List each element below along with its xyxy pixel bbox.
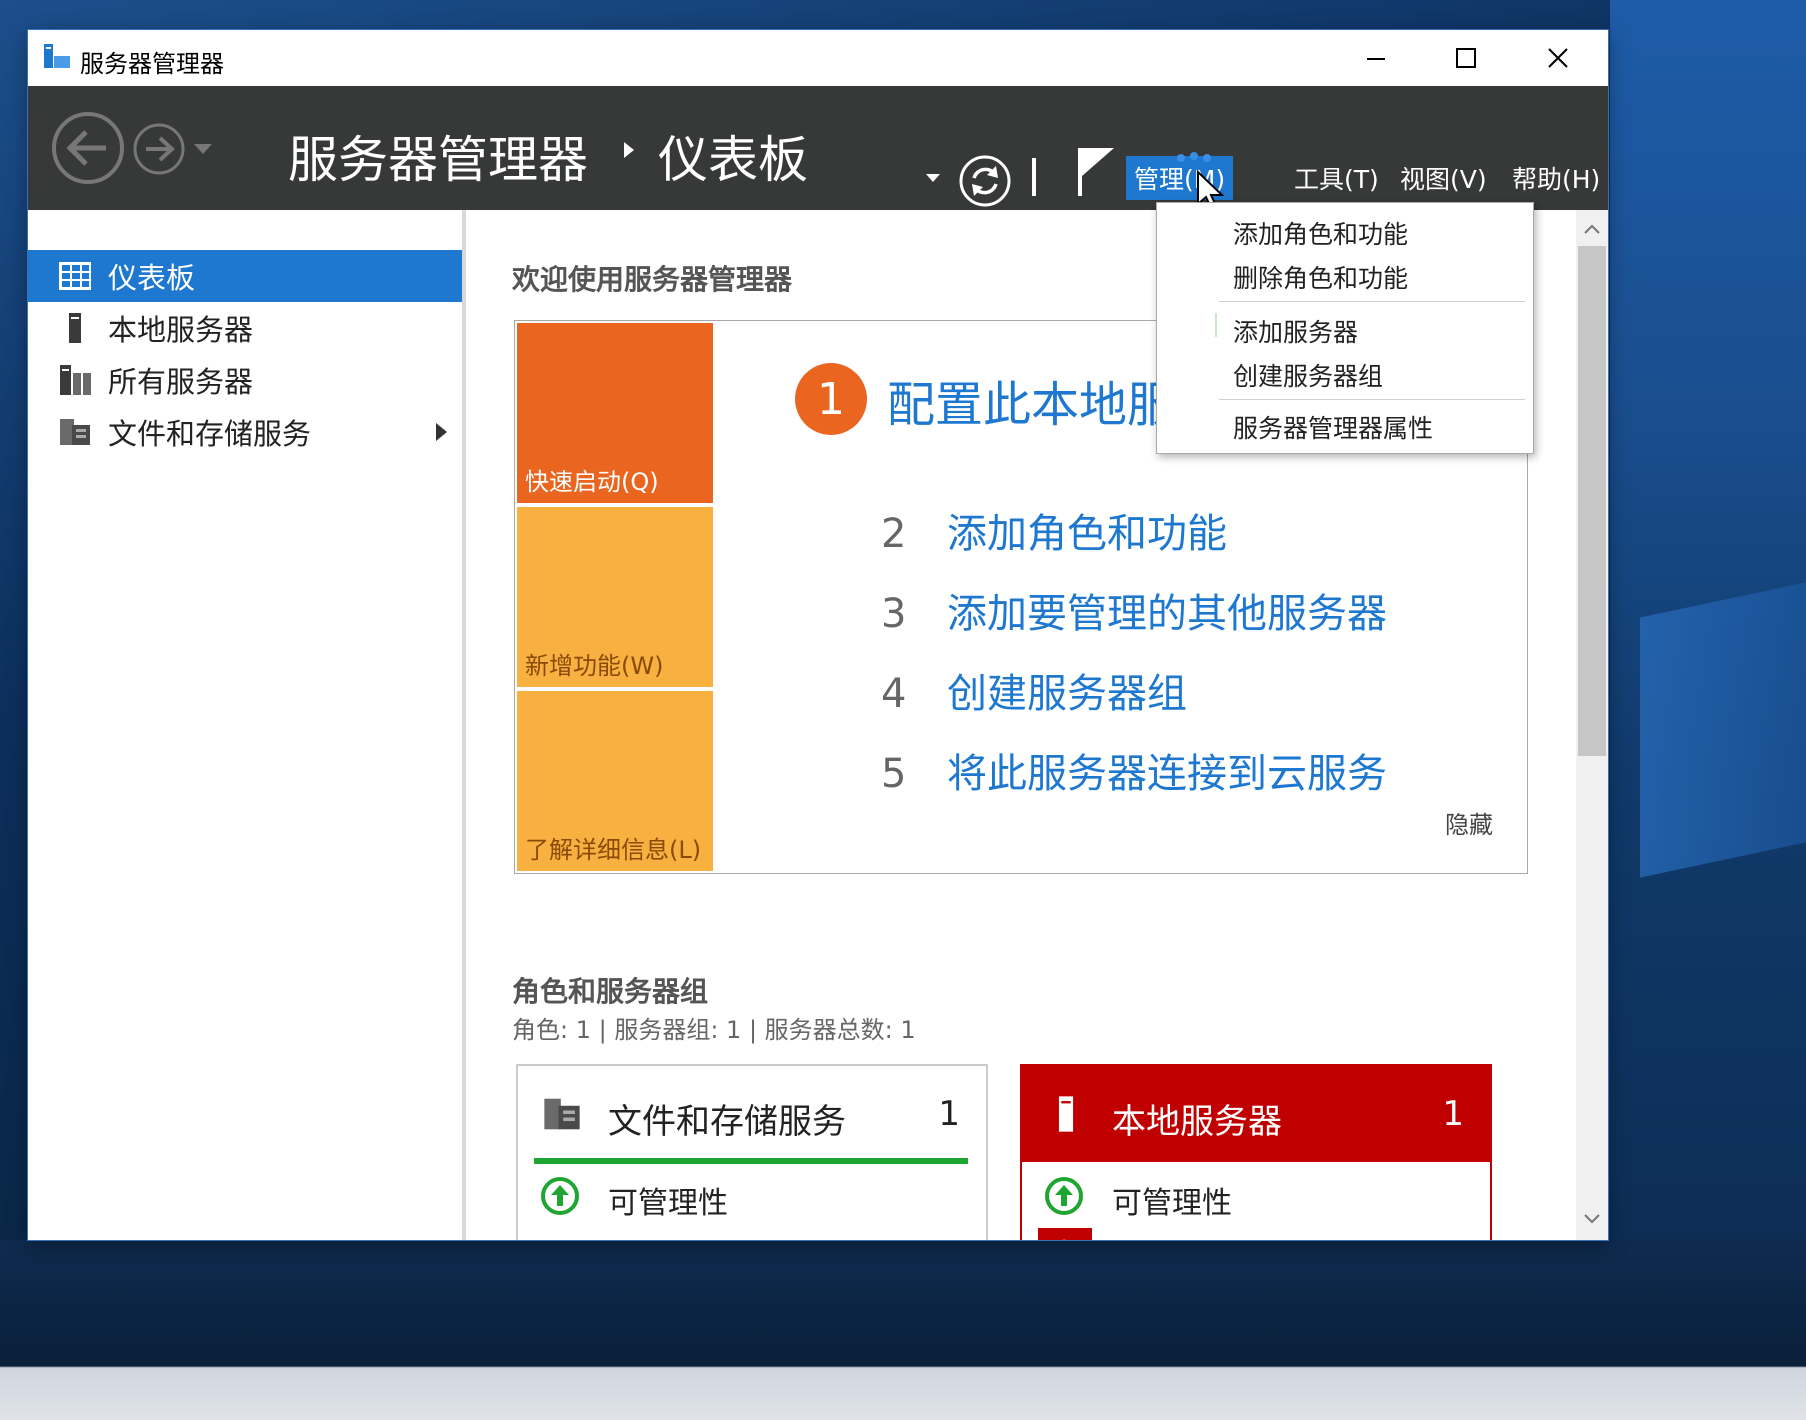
sidebar: 仪表板 本地服务器 所有服务器 文件和存储服务 <box>28 210 466 1240</box>
menu-view[interactable]: 视图(V) <box>1392 156 1495 200</box>
step-number: 4 <box>881 671 907 717</box>
card-count: 1 <box>1442 1094 1464 1134</box>
step-3: 3 添加要管理的其他服务器 <box>881 581 1387 639</box>
desktop-wallpaper-streak <box>1640 582 1806 878</box>
tile-whats-new[interactable]: 新增功能(W) <box>517 507 713 687</box>
events-link[interactable]: 事件 <box>608 1234 668 1240</box>
status-bar <box>534 1158 968 1164</box>
menu-separator <box>1219 301 1525 302</box>
scroll-down-icon[interactable] <box>1584 1214 1600 1224</box>
step-number: 5 <box>881 751 907 797</box>
manageability-link[interactable]: 可管理性 <box>1112 1178 1232 1222</box>
tile-label: 快速启动(Q) <box>525 468 659 496</box>
back-button[interactable] <box>50 110 126 186</box>
maximize-button[interactable] <box>1426 30 1506 86</box>
storage-icon <box>544 1098 580 1130</box>
step-4: 4 创建服务器组 <box>881 661 1187 719</box>
tile-learn-more[interactable]: 了解详细信息(L) <box>517 691 713 871</box>
hide-link[interactable]: 隐藏 <box>1445 805 1493 840</box>
manageability-link[interactable]: 可管理性 <box>608 1178 728 1222</box>
card-title: 文件和存储服务 <box>608 1102 846 1142</box>
menu-tools[interactable]: 工具(T) <box>1286 156 1387 200</box>
server-icon <box>69 313 81 343</box>
scrollbar-thumb[interactable] <box>1578 246 1606 756</box>
sidebar-item-label: 本地服务器 <box>108 313 254 347</box>
sidebar-item-label: 仪表板 <box>108 261 196 295</box>
step-number: 3 <box>881 591 907 637</box>
roles-title: 角色和服务器组 <box>512 975 709 1008</box>
sidebar-item-file-storage[interactable]: 文件和存储服务 <box>28 406 462 458</box>
step-2: 2 添加角色和功能 <box>881 501 1227 559</box>
menu-gutter-mark <box>1215 313 1217 337</box>
title-bar: 服务器管理器 <box>28 30 1608 86</box>
server-icon <box>1058 1096 1074 1132</box>
ok-status-icon <box>541 1177 579 1215</box>
sidebar-item-all-servers[interactable]: 所有服务器 <box>28 354 462 406</box>
minimize-icon <box>1367 58 1385 60</box>
header-bar: 服务器管理器 仪表板 管理(M) 工具(T) 视图(V) 帮助(H) <box>28 86 1608 212</box>
menu-item-remove-roles[interactable]: 删除角色和功能 <box>1233 259 1408 295</box>
busy-indicator-icon <box>1177 152 1211 162</box>
card-header: 本地服务器 1 <box>1022 1066 1490 1162</box>
maximize-icon <box>1456 48 1476 68</box>
breadcrumb-dropdown-icon[interactable] <box>926 174 940 182</box>
step-link-add-servers[interactable]: 添加要管理的其他服务器 <box>947 591 1387 637</box>
role-card-local-server[interactable]: 本地服务器 1 可管理性 2 事件 <box>1020 1064 1492 1240</box>
tile-label: 了解详细信息(L) <box>525 836 702 864</box>
step-link-cloud[interactable]: 将此服务器连接到云服务 <box>947 751 1387 797</box>
events-count-badge: 2 <box>1038 1228 1092 1240</box>
window-title: 服务器管理器 <box>80 50 224 78</box>
step-link-add-roles[interactable]: 添加角色和功能 <box>947 511 1227 557</box>
sidebar-item-label: 文件和存储服务 <box>108 417 312 451</box>
vertical-scrollbar[interactable] <box>1576 210 1608 1240</box>
servers-icon <box>60 365 91 395</box>
server-manager-app-icon <box>44 44 70 68</box>
menu-help[interactable]: 帮助(H) <box>1504 156 1608 200</box>
history-dropdown-icon[interactable] <box>192 140 214 160</box>
ok-status-icon <box>1045 1177 1083 1215</box>
sidebar-item-label: 所有服务器 <box>108 365 254 399</box>
breadcrumb-root[interactable]: 服务器管理器 <box>288 120 588 192</box>
desktop-bottom <box>0 1240 1806 1420</box>
expand-arrow-icon[interactable] <box>436 423 447 441</box>
manage-menu-dropdown: 添加角色和功能 删除角色和功能 添加服务器 创建服务器组 服务器管理器属性 <box>1156 202 1534 454</box>
menu-item-add-server[interactable]: 添加服务器 <box>1233 313 1358 349</box>
close-icon <box>1548 48 1568 68</box>
menu-item-add-roles[interactable]: 添加角色和功能 <box>1233 215 1408 251</box>
refresh-button[interactable] <box>958 154 1012 208</box>
forward-button[interactable] <box>132 122 186 176</box>
step-5: 5 将此服务器连接到云服务 <box>881 741 1387 799</box>
menu-separator <box>1219 399 1525 400</box>
step-link-create-group[interactable]: 创建服务器组 <box>947 671 1187 717</box>
menu-item-properties[interactable]: 服务器管理器属性 <box>1233 409 1433 445</box>
notifications-flag-icon[interactable] <box>1074 146 1118 198</box>
sidebar-item-dashboard[interactable]: 仪表板 <box>28 250 462 302</box>
card-header: 文件和存储服务 1 <box>518 1066 986 1162</box>
minimize-button[interactable] <box>1336 30 1416 86</box>
breadcrumb-current: 仪表板 <box>658 131 808 189</box>
step-1-badge: 1 <box>795 363 867 435</box>
close-button[interactable] <box>1518 30 1598 86</box>
storage-icon <box>60 419 90 445</box>
role-card-file-storage[interactable]: 文件和存储服务 1 可管理性 事件 <box>516 1064 988 1240</box>
events-link[interactable]: 事件 <box>1112 1234 1172 1240</box>
roles-summary: 角色: 1 | 服务器组: 1 | 服务器总数: 1 <box>512 1016 916 1044</box>
step-number: 2 <box>881 511 907 557</box>
server-manager-window: 服务器管理器 服务器管理器 仪表板 管理(M) 工具(T) 视图(V) 帮助(H… <box>28 30 1608 1240</box>
welcome-title: 欢迎使用服务器管理器 <box>512 263 793 296</box>
scroll-up-icon[interactable] <box>1584 224 1600 234</box>
card-title: 本地服务器 <box>1112 1102 1282 1142</box>
dashboard-icon <box>59 262 91 290</box>
header-divider <box>1032 158 1036 196</box>
breadcrumb-separator-icon <box>624 142 634 158</box>
sidebar-item-local-server[interactable]: 本地服务器 <box>28 302 462 354</box>
menu-item-create-group[interactable]: 创建服务器组 <box>1233 357 1383 393</box>
tile-label: 新增功能(W) <box>525 652 664 680</box>
tile-quick-start[interactable]: 快速启动(Q) <box>517 323 713 503</box>
card-count: 1 <box>938 1094 960 1134</box>
